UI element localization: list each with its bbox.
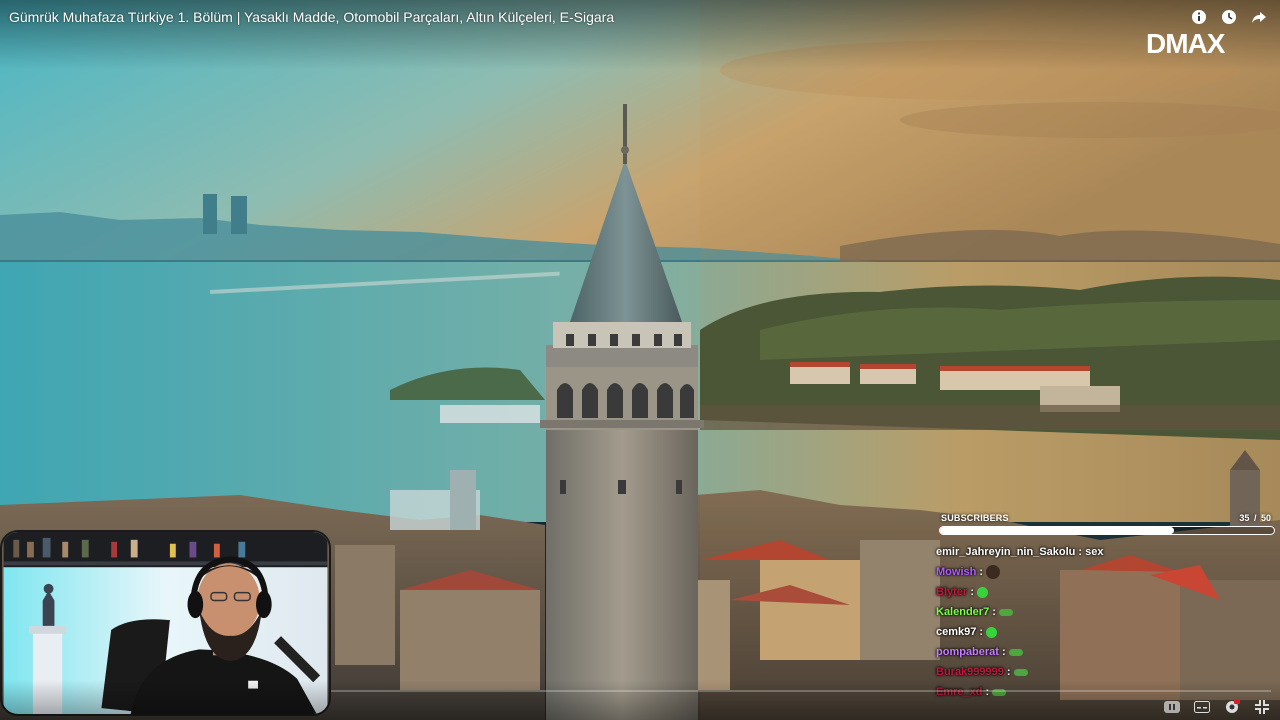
chat-separator: :: [1006, 666, 1011, 678]
watch-later-icon[interactable]: [1220, 8, 1238, 26]
emote-icon: [986, 565, 1001, 579]
chat-message: emir_Jahreyin_nin_Sakolu: sex: [936, 542, 1266, 562]
fullscreen-exit-icon[interactable]: [1254, 700, 1270, 714]
chat-username: Mowish: [936, 566, 977, 578]
chat-separator: :: [1078, 546, 1083, 558]
settings-icon[interactable]: [1224, 699, 1240, 714]
chat-message: Burak999999:: [936, 662, 1266, 682]
chat-username: Burak999999: [936, 666, 1004, 678]
chat-message: pompaberat:: [936, 642, 1266, 662]
subscriber-goal-total: 50: [1260, 513, 1271, 523]
chat-username: Blyter: [936, 586, 968, 598]
chat-message: cemk97:: [936, 622, 1266, 642]
subscriber-goal-count: 35 / 50: [1239, 513, 1271, 523]
emote-icon: [1013, 668, 1028, 676]
video-title[interactable]: Gümrük Muhafaza Türkiye 1. Bölüm | Yasak…: [9, 9, 614, 25]
top-icon-bar: [1190, 8, 1268, 26]
pause-icon[interactable]: [1164, 700, 1180, 714]
svg-text:DMAX: DMAX: [1146, 30, 1226, 56]
chat-message: Blyter:: [936, 582, 1266, 602]
chat-separator: :: [992, 606, 996, 618]
info-icon[interactable]: [1190, 8, 1208, 26]
subscriber-goal-label: SUBSCRIBERS: [941, 513, 1009, 523]
emote-icon: [998, 608, 1013, 616]
subscriber-goal-bar: [939, 526, 1275, 535]
chat-message: Kalender7:: [936, 602, 1266, 622]
chat-separator: :: [979, 626, 984, 638]
emote-icon: [976, 586, 988, 598]
subscriber-current: 35: [1239, 513, 1250, 523]
emote-icon: [1008, 648, 1023, 656]
captions-icon[interactable]: [1194, 700, 1210, 714]
chat-username: cemk97: [936, 626, 977, 638]
player-controls: [1164, 699, 1270, 714]
chat-username: emir_Jahreyin_nin_Sakolu: [936, 546, 1076, 558]
share-icon[interactable]: [1250, 8, 1268, 26]
chat-text: sex: [1085, 546, 1104, 558]
chat-username: pompaberat: [936, 646, 999, 658]
chat-username: Kalender7: [936, 606, 990, 618]
chat-separator: :: [979, 566, 984, 578]
chat-message: Mowish:: [936, 562, 1266, 582]
video-progress-bar[interactable]: [331, 690, 1271, 692]
subscriber-goal-fill: [940, 527, 1174, 534]
chat-separator: :: [970, 586, 974, 598]
emote-icon: [986, 626, 998, 638]
dmax-logo: DMAX: [1146, 28, 1248, 59]
bottom-gradient: [0, 680, 1280, 720]
chat-separator: :: [1001, 646, 1006, 658]
subscriber-count-separator: /: [1253, 513, 1257, 523]
chat-overlay: emir_Jahreyin_nin_Sakolu: sex Mowish: Blyte…: [936, 542, 1266, 702]
